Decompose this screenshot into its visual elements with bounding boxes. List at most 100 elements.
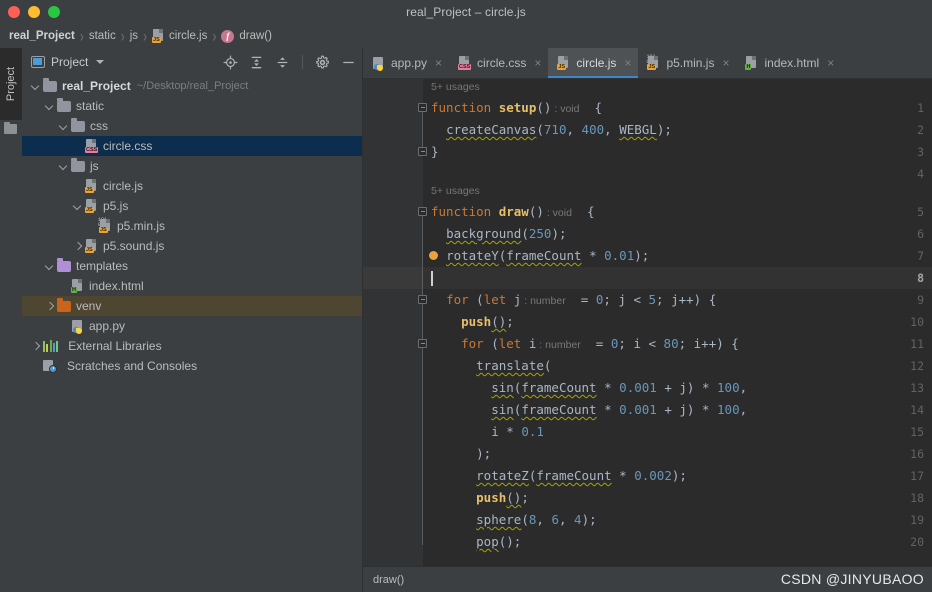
close-window-button[interactable]	[8, 6, 20, 18]
line-number: 2	[917, 123, 924, 137]
fold-toggle-icon[interactable]	[418, 207, 427, 216]
project-panel: Project real_Project ~/Desktop/real_Proj…	[22, 48, 363, 592]
code-token: 0.001	[619, 402, 657, 417]
expand-all-icon[interactable]	[249, 55, 264, 70]
code-token: let	[498, 336, 522, 351]
usage-hint[interactable]: 5+ usages	[431, 185, 480, 197]
select-opened-file-icon[interactable]	[223, 55, 238, 70]
tree-item-indexhtml[interactable]: Hindex.html	[22, 276, 362, 296]
tree-item-css[interactable]: css	[22, 116, 362, 136]
tree-item-js[interactable]: js	[22, 156, 362, 176]
code-line[interactable]: rotateZ(frameCount * 0.002);	[431, 468, 687, 483]
function-badge-icon: f	[221, 29, 235, 43]
tree-item-label: index.html	[89, 279, 144, 293]
chevron-right-icon[interactable]	[30, 341, 41, 352]
code-line[interactable]: translate(	[431, 358, 551, 373]
tree-item-scratchesandconsoles[interactable]: Scratches and Consoles	[22, 356, 362, 376]
tree-item-path: ~/Desktop/real_Project	[136, 80, 249, 92]
chevron-down-icon[interactable]	[72, 201, 83, 212]
css-file-icon: CSS	[458, 56, 472, 70]
close-tab-icon[interactable]: ×	[534, 57, 541, 69]
tree-item-venv[interactable]: venv	[22, 296, 362, 316]
code-line[interactable]: push();	[431, 490, 529, 505]
code-line[interactable]: push();	[431, 314, 514, 329]
code-line[interactable]: }	[431, 144, 439, 159]
chevron-right-icon[interactable]	[44, 301, 55, 312]
tree-item-p5minjs[interactable]: 1010JS p5.min.js	[22, 216, 362, 236]
code-token: : number	[536, 339, 581, 351]
fold-toggle-icon[interactable]	[418, 295, 427, 304]
breadcrumb-item-static[interactable]: static	[89, 30, 116, 42]
editor-gutter[interactable]	[363, 79, 423, 574]
breadcrumb-item-realproject[interactable]: real_Project	[9, 30, 75, 42]
editor-tab-p5minjs[interactable]: 1010JS p5.min.js ×	[638, 48, 736, 78]
code-token: frameCount	[536, 468, 612, 483]
breadcrumb-item-draw[interactable]: f draw()	[221, 29, 272, 43]
close-tab-icon[interactable]: ×	[722, 57, 729, 69]
editor-tab-apppy[interactable]: app.py ×	[363, 48, 449, 78]
folder-icon	[43, 78, 57, 92]
editor-tab-circlecss[interactable]: CSS circle.css ×	[449, 48, 548, 78]
tree-item-label: js	[90, 159, 99, 173]
breadcrumb-item-js[interactable]: js	[130, 30, 138, 42]
code-line[interactable]: sin(frameCount * 0.001 + j) * 100,	[431, 402, 747, 417]
minimize-window-button[interactable]	[28, 6, 40, 18]
tree-item-circlecss[interactable]: CSS circle.css	[22, 136, 362, 156]
code-line[interactable]: function setup() : void {	[431, 100, 602, 115]
code-line[interactable]: i * 0.1	[431, 424, 544, 439]
close-tab-icon[interactable]: ×	[624, 57, 631, 69]
breadcrumb-item-circlejs[interactable]: JS circle.js	[152, 29, 207, 43]
code-line[interactable]: function draw() : void {	[431, 204, 595, 219]
code-line[interactable]: createCanvas(710, 400, WEBGL);	[431, 122, 672, 137]
collapse-all-icon[interactable]	[275, 55, 290, 70]
code-token: 100	[717, 380, 740, 395]
code-token: 0.001	[619, 380, 657, 395]
editor-tab-indexhtml[interactable]: Hindex.html ×	[736, 48, 841, 78]
folder-icon	[57, 298, 71, 312]
code-token: push	[476, 490, 507, 505]
hide-panel-icon[interactable]	[341, 55, 356, 70]
usage-hint[interactable]: 5+ usages	[431, 81, 480, 93]
chevron-down-icon[interactable]	[58, 161, 69, 172]
code-token: (	[476, 292, 484, 307]
chevron-down-icon[interactable]	[44, 101, 55, 112]
chevron-down-icon[interactable]	[30, 81, 41, 92]
code-line[interactable]: );	[431, 446, 491, 461]
tree-item-circlejs[interactable]: JS circle.js	[22, 176, 362, 196]
code-line[interactable]: sin(frameCount * 0.001 + j) * 100,	[431, 380, 747, 395]
close-tab-icon[interactable]: ×	[435, 57, 442, 69]
code-token: WEBGL	[619, 122, 657, 137]
tree-item-realproject[interactable]: real_Project ~/Desktop/real_Project	[22, 76, 362, 96]
code-line[interactable]: rotateY(frameCount * 0.01);	[431, 248, 649, 263]
fold-toggle-icon[interactable]	[418, 147, 427, 156]
close-tab-icon[interactable]: ×	[827, 57, 834, 69]
code-line[interactable]: background(250);	[431, 226, 566, 241]
tree-item-p5soundjs[interactable]: JS p5.sound.js	[22, 236, 362, 256]
settings-gear-icon[interactable]	[315, 55, 330, 70]
chevron-right-icon[interactable]	[72, 241, 83, 252]
project-view-selector[interactable]: Project	[31, 55, 105, 69]
code-token: function	[431, 100, 499, 115]
code-area[interactable]: 5+ usages 5+ usages 1 2 3 4 5 6 7 8 9 10 11 12 13 14 15 1…	[363, 79, 932, 574]
tool-window-tab-project[interactable]: Project	[0, 48, 22, 120]
tree-item-static[interactable]: static	[22, 96, 362, 116]
tool-window-tab-label: Project	[5, 66, 17, 102]
editor-tab-label: p5.min.js	[666, 56, 715, 70]
code-line[interactable]: sphere(8, 6, 4);	[431, 512, 596, 527]
chevron-down-icon[interactable]	[44, 261, 55, 272]
editor-tab-circlejs[interactable]: JS circle.js ×	[548, 48, 639, 78]
tree-item-apppy[interactable]: app.py	[22, 316, 362, 336]
code-line[interactable]: pop();	[431, 534, 521, 549]
fold-toggle-icon[interactable]	[418, 339, 427, 348]
maximize-window-button[interactable]	[48, 6, 60, 18]
chevron-down-icon[interactable]	[58, 121, 69, 132]
tree-item-templates[interactable]: templates	[22, 256, 362, 276]
tree-item-externallibraries[interactable]: External Libraries	[22, 336, 362, 356]
fold-toggle-icon[interactable]	[418, 103, 427, 112]
code-token: );	[431, 446, 492, 461]
tree-item-p5js[interactable]: JS p5.js	[22, 196, 362, 216]
code-line[interactable]: for (let i : number = 0; i < 80; i++) {	[431, 336, 739, 351]
code-line[interactable]: for (let j : number = 0; j < 5; j++) {	[431, 292, 716, 307]
